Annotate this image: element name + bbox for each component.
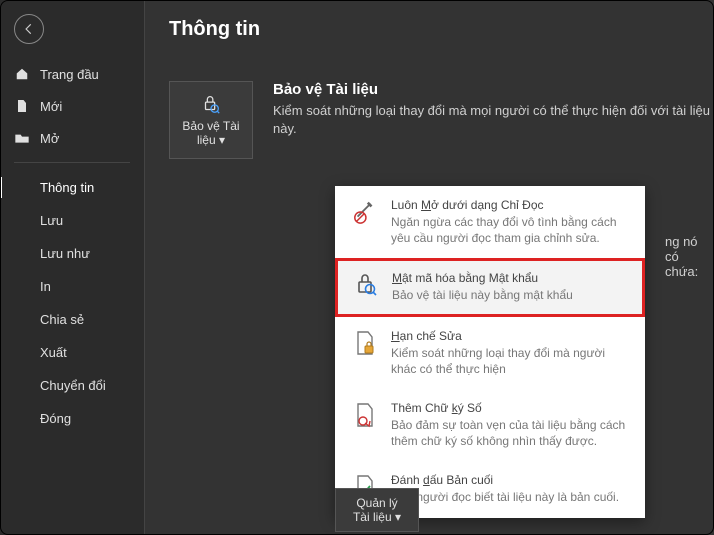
- sidebar-item-0[interactable]: Thông tin: [0, 171, 144, 204]
- sidebar-item-label: Mới: [40, 99, 62, 114]
- menu-item-icon: [351, 401, 379, 431]
- manage-document-button[interactable]: Quản lý Tài liệu ▾: [335, 488, 419, 532]
- protect-menu-item-1[interactable]: Mật mã hóa bằng Mật khẩu Bảo vệ tài liệu …: [335, 258, 645, 316]
- protect-title: Bảo vệ Tài liệu: [273, 81, 714, 98]
- chevron-down-icon: ▾: [395, 510, 401, 524]
- sidebar-item-label: Chia sẻ: [40, 312, 84, 327]
- protect-menu-item-0[interactable]: Luôn Mở dưới dạng Chỉ Đọc Ngăn ngừa các t…: [335, 186, 645, 258]
- protect-desc: Kiểm soát những loại thay đổi mà mọi ngư…: [273, 102, 714, 138]
- menu-item-title: Luôn Mở dưới dạng Chỉ Đọc: [391, 198, 629, 212]
- menu-item-desc: Ngăn ngừa các thay đổi vô tình bằng cách…: [391, 214, 629, 246]
- sidebar-item-label: Trang đầu: [40, 67, 99, 82]
- menu-item-title: Đánh dấu Bản cuối: [391, 473, 629, 487]
- sidebar-item-1[interactable]: Lưu: [0, 204, 144, 237]
- main-panel: Thông tin Bảo vệ Tài liệu ▾ Bảo vệ Tài l…: [145, 0, 714, 535]
- truncated-background-text: ng nó có chứa:: [665, 234, 714, 279]
- sidebar-item-label: Thông tin: [40, 180, 94, 195]
- sidebar-item-5[interactable]: Xuất: [0, 336, 144, 369]
- page-title: Thông tin: [169, 18, 714, 41]
- sidebar-item-home[interactable]: Trang đầu: [0, 58, 144, 90]
- menu-item-title: Mật mã hóa bằng Mật khẩu: [392, 271, 628, 285]
- menu-item-icon: [351, 329, 379, 359]
- menu-item-title: Hạn chế Sửa: [391, 329, 629, 343]
- backstage-sidebar: Trang đầu Mới Mở Thông tin Lưu Lưu như In Chia…: [0, 0, 145, 535]
- sidebar-item-page[interactable]: Mới: [0, 90, 144, 122]
- sidebar-item-open[interactable]: Mở: [0, 122, 144, 154]
- sidebar-item-label: Đóng: [40, 411, 71, 426]
- page-icon: [14, 98, 30, 114]
- sidebar-item-label: Mở: [40, 131, 59, 146]
- protect-document-button[interactable]: Bảo vệ Tài liệu ▾: [169, 81, 253, 159]
- sidebar-item-label: In: [40, 279, 51, 294]
- menu-item-desc: Bảo vệ tài liệu này bằng mật khẩu: [392, 287, 628, 303]
- open-icon: [14, 130, 30, 146]
- sidebar-item-label: Chuyển đổi: [40, 378, 106, 393]
- chevron-down-icon: ▾: [219, 133, 225, 147]
- menu-item-title: Thêm Chữ ký Số: [391, 401, 629, 415]
- sidebar-item-2[interactable]: Lưu như: [0, 237, 144, 270]
- sidebar-item-label: Lưu như: [40, 246, 90, 261]
- back-button[interactable]: [14, 14, 44, 44]
- sidebar-item-6[interactable]: Chuyển đổi: [0, 369, 144, 402]
- protect-menu-item-2[interactable]: Hạn chế Sửa Kiểm soát những loại thay đổi…: [335, 317, 645, 389]
- sidebar-item-label: Xuất: [40, 345, 67, 360]
- sidebar-item-7[interactable]: Đóng: [0, 402, 144, 435]
- arrow-left-icon: [22, 22, 36, 36]
- menu-item-desc: Cho người đọc biết tài liệu này là bản c…: [391, 489, 629, 505]
- menu-item-icon: [351, 198, 379, 228]
- protect-menu-item-3[interactable]: Thêm Chữ ký Số Bảo đảm sự toàn vẹn của tà…: [335, 389, 645, 461]
- lock-shield-icon: [198, 93, 224, 115]
- sidebar-item-3[interactable]: In: [0, 270, 144, 303]
- home-icon: [14, 66, 30, 82]
- menu-item-desc: Bảo đảm sự toàn vẹn của tài liệu bằng cá…: [391, 417, 629, 449]
- sidebar-item-label: Lưu: [40, 213, 63, 228]
- protect-button-label: Bảo vệ Tài liệu ▾: [182, 119, 239, 147]
- protect-document-menu: Luôn Mở dưới dạng Chỉ Đọc Ngăn ngừa các t…: [335, 186, 645, 518]
- sidebar-separator: [14, 162, 130, 163]
- sidebar-item-4[interactable]: Chia sẻ: [0, 303, 144, 336]
- menu-item-icon: [352, 271, 380, 301]
- menu-item-desc: Kiểm soát những loại thay đổi mà người k…: [391, 345, 629, 377]
